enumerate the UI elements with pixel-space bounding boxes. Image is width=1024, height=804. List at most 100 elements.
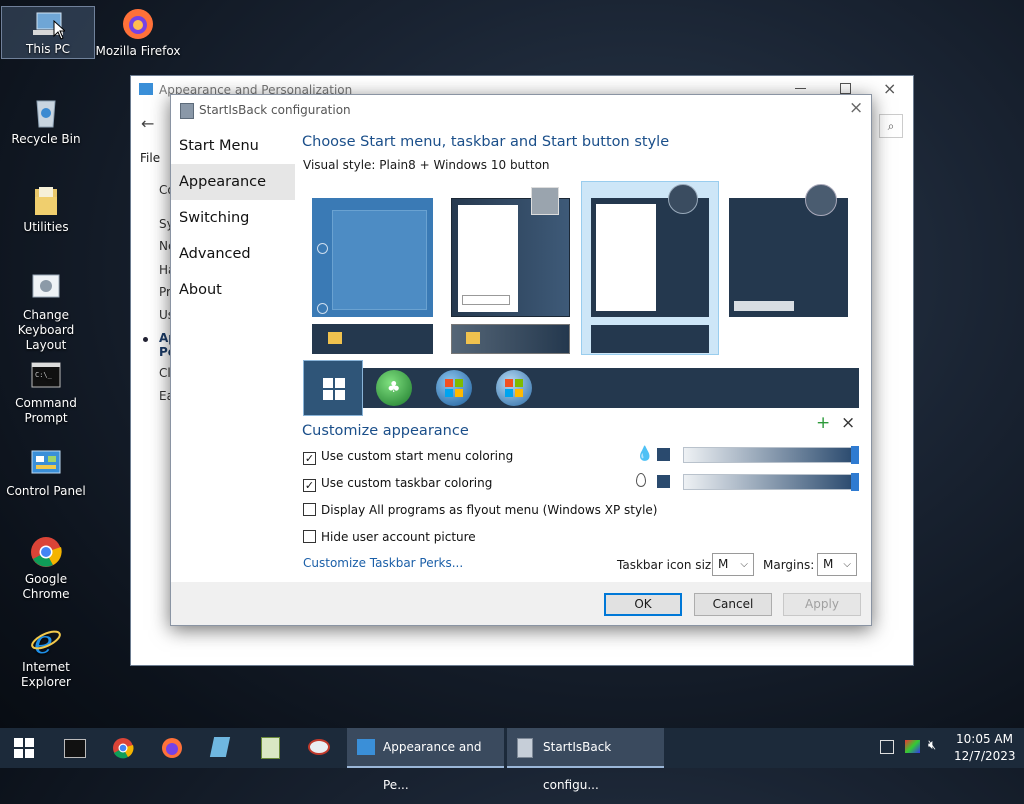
start-menu-style-option-selected[interactable]: [581, 181, 719, 355]
taskbar-chrome[interactable]: [99, 728, 147, 768]
taskbar-style-option[interactable]: [312, 324, 433, 354]
nav-advanced[interactable]: Advanced: [171, 236, 295, 272]
search-icon[interactable]: ⌕: [879, 114, 903, 138]
desktop-icon-label: Mozilla Firefox: [95, 44, 181, 58]
taskbar-icon-size-label: Taskbar icon size:: [617, 558, 723, 572]
taskbar-task-appearance[interactable]: Appearance and Pe...: [347, 728, 504, 792]
taskbar-app[interactable]: [197, 728, 245, 768]
clock-date[interactable]: 12/7/2023: [954, 749, 1016, 763]
desktop-icon-label: Control Panel: [6, 484, 86, 498]
slider-thumb[interactable]: [851, 473, 859, 491]
chevron-down-icon: ⌵: [740, 559, 748, 570]
customize-taskbar-perks-link[interactable]: Customize Taskbar Perks...: [303, 556, 463, 570]
taskbar-style-option[interactable]: [451, 324, 570, 354]
desktop-icon-google-chrome[interactable]: Google Chrome: [0, 535, 92, 602]
volume-muted-icon[interactable]: 🔇︎: [928, 738, 936, 753]
select-value: M: [718, 557, 729, 571]
clover-icon: ♣: [387, 378, 401, 396]
menu-file[interactable]: File: [140, 151, 160, 165]
desktop-icon-firefox[interactable]: Mozilla Firefox: [92, 7, 184, 59]
startisback-config-dialog[interactable]: StartIsBack configuration × Start Menu A…: [170, 94, 872, 626]
close-icon[interactable]: ×: [883, 79, 896, 98]
taskbar-firefox[interactable]: [148, 728, 196, 768]
margins-select[interactable]: M ⌵: [817, 553, 857, 576]
start-menu-style-option[interactable]: [729, 184, 848, 317]
nav-start-menu[interactable]: Start Menu: [171, 128, 295, 164]
option-custom-taskbar-coloring[interactable]: ✓ Use custom taskbar coloring: [303, 474, 492, 492]
nav-switching[interactable]: Switching: [171, 200, 295, 236]
minimize-icon[interactable]: [795, 88, 806, 89]
desktop-icon-label: Internet Explorer: [21, 660, 71, 689]
start-button-option[interactable]: ♣: [376, 370, 412, 406]
checkbox-checked[interactable]: ✓: [303, 479, 316, 492]
start-menu-color-swatch[interactable]: [657, 448, 670, 461]
windows-vista-flag-icon: [505, 379, 523, 397]
chevron-down-icon: ⌵: [843, 559, 851, 570]
desktop-icon-utilities[interactable]: Utilities: [0, 183, 92, 235]
close-icon[interactable]: ×: [849, 98, 863, 118]
nav-appearance[interactable]: Appearance: [171, 164, 295, 200]
taskbar: Appearance and Pe... StartIsBack configu…: [0, 728, 1024, 792]
visual-style-value: Plain8 + Windows 10 button: [379, 158, 550, 172]
chart-document-icon: [261, 737, 280, 759]
apply-button[interactable]: Apply: [783, 593, 861, 616]
customize-heading: Customize appearance: [302, 423, 469, 439]
nav-about[interactable]: About: [171, 272, 295, 308]
taskbar-color-swatch[interactable]: [657, 475, 670, 488]
desktop-icon-command-prompt[interactable]: C:\_ Command Prompt: [0, 359, 92, 426]
ok-button[interactable]: OK: [604, 593, 682, 616]
start-menu-style-option[interactable]: [312, 198, 433, 317]
taskbar-app[interactable]: [296, 728, 344, 768]
recycle-bin-icon: [29, 95, 63, 129]
taskbar-task-startisback[interactable]: StartIsBack configu...: [507, 728, 664, 792]
tile-block: [332, 210, 427, 310]
desktop-icon-internet-explorer[interactable]: e Internet Explorer: [0, 623, 92, 690]
desktop-icon-this-pc[interactable]: This PC: [1, 6, 95, 59]
taskbar-icon-size-select[interactable]: M ⌵: [712, 553, 754, 576]
taskbar-opacity-slider[interactable]: [683, 474, 855, 490]
start-menu-style-option[interactable]: [451, 187, 570, 317]
task-label: StartIsBack configu...: [543, 740, 612, 792]
checkbox-unchecked[interactable]: [303, 503, 316, 516]
start-button[interactable]: [0, 728, 48, 768]
search-box: [734, 301, 794, 311]
svg-text:C:\_: C:\_: [35, 371, 53, 379]
sidebar-fragment[interactable]: Cl: [159, 366, 171, 380]
option-flyout-all-programs[interactable]: Display All programs as flyout menu (Win…: [303, 501, 657, 519]
dialog-title: StartIsBack configuration: [199, 103, 351, 117]
keyboard-settings-icon: [29, 271, 63, 305]
desktop-icon-recycle-bin[interactable]: Recycle Bin: [0, 95, 92, 147]
task-label: Appearance and Pe...: [383, 740, 482, 792]
display-color-icon[interactable]: [905, 740, 920, 753]
start-menu-opacity-slider[interactable]: [683, 447, 855, 463]
start-button-option[interactable]: [496, 370, 532, 406]
current-page-bullet-icon: [143, 337, 148, 342]
desktop-icon-control-panel[interactable]: Control Panel: [0, 447, 92, 499]
option-label: Hide user account picture: [321, 530, 476, 544]
user-icon: [317, 243, 328, 254]
snipping-tool-icon: [308, 739, 330, 755]
desktop-icon-label: Google Chrome: [22, 572, 70, 601]
taskbar-app[interactable]: [246, 728, 294, 768]
checkbox-unchecked[interactable]: [303, 530, 316, 543]
remove-icon[interactable]: ×: [841, 413, 855, 433]
folder-icon: [29, 183, 63, 217]
desktop-icon-change-keyboard-layout[interactable]: Change Keyboard Layout: [0, 271, 92, 353]
back-arrow-icon[interactable]: ←: [141, 114, 154, 133]
option-hide-user-picture[interactable]: Hide user account picture: [303, 528, 476, 546]
cancel-button[interactable]: Cancel: [694, 593, 772, 616]
opacity-outline-drop-icon: [636, 473, 646, 487]
checkbox-checked[interactable]: ✓: [303, 452, 316, 465]
start-button-option-selected[interactable]: [303, 360, 363, 416]
clock-time[interactable]: 10:05 AM: [956, 732, 1013, 746]
maximize-icon[interactable]: [840, 83, 851, 94]
network-icon[interactable]: [880, 740, 894, 754]
console-icon: [64, 739, 86, 758]
start-button-option[interactable]: [436, 370, 472, 406]
slider-thumb[interactable]: [851, 446, 859, 464]
add-icon[interactable]: +: [816, 413, 830, 433]
desktop-icon-label: Command Prompt: [15, 396, 77, 425]
desktop-icon-label: This PC: [26, 42, 70, 56]
option-custom-start-menu-coloring[interactable]: ✓ Use custom start menu coloring: [303, 447, 513, 465]
taskbar-command-prompt[interactable]: [50, 728, 98, 768]
